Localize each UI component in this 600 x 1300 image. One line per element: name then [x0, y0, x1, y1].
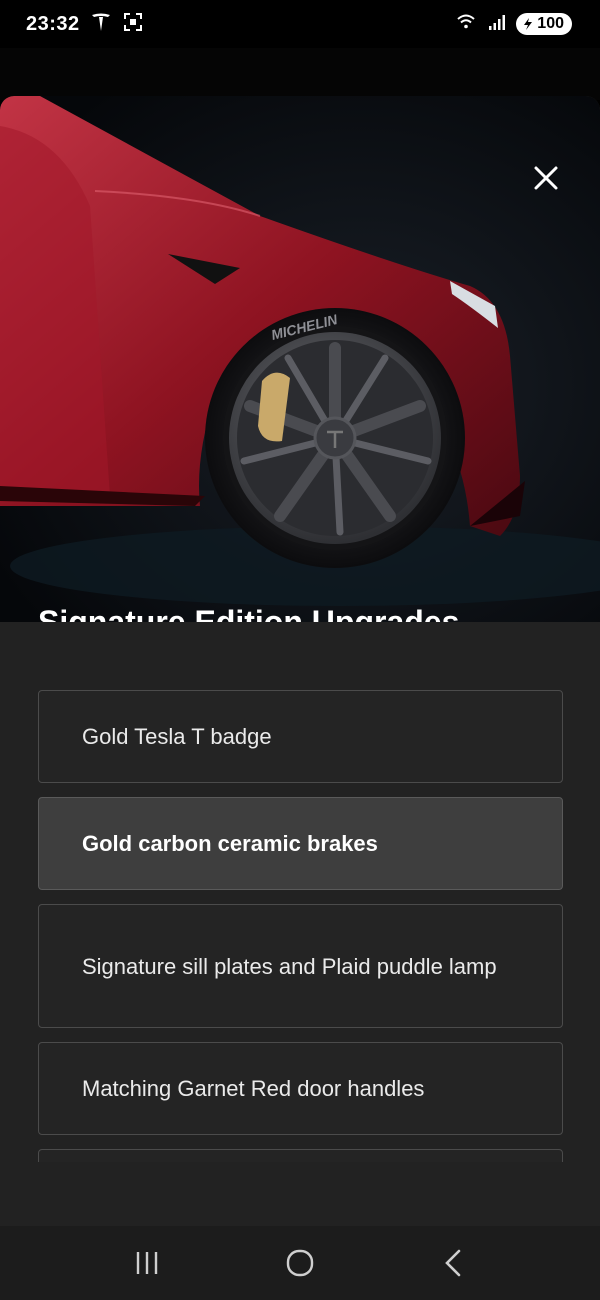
upgrades-sheet: MICHELIN Signature Edition Upgrades Gold…: [0, 96, 600, 1226]
status-time: 23:32: [26, 12, 80, 35]
close-icon: [534, 166, 558, 190]
home-button[interactable]: [270, 1233, 330, 1293]
tesla-logo-icon: [90, 11, 112, 38]
screenshot-icon: [122, 11, 144, 38]
option-partial[interactable]: [38, 1149, 563, 1162]
option-label: Gold Tesla T badge: [82, 724, 272, 749]
status-left: 23:32: [26, 11, 144, 38]
option-label: Matching Garnet Red door handles: [82, 1076, 425, 1101]
system-nav-bar: [0, 1226, 600, 1300]
battery-icon: 100: [516, 13, 572, 35]
home-icon: [286, 1249, 314, 1277]
option-door-handles[interactable]: Matching Garnet Red door handles: [38, 1042, 563, 1135]
back-icon: [445, 1249, 461, 1277]
option-label: Gold carbon ceramic brakes: [82, 831, 378, 856]
battery-level: 100: [537, 15, 564, 32]
upgrade-options-list: Gold Tesla T badge Gold carbon ceramic b…: [38, 690, 563, 1162]
status-right: 100: [456, 12, 572, 37]
option-gold-brakes[interactable]: Gold carbon ceramic brakes: [38, 797, 563, 890]
recent-apps-button[interactable]: [117, 1233, 177, 1293]
sheet-title: Signature Edition Upgrades: [38, 604, 460, 622]
title-strip: Signature Edition Upgrades: [0, 566, 600, 622]
wifi-icon: [456, 12, 480, 37]
status-bar: 23:32 100: [0, 0, 600, 48]
hero-image: MICHELIN: [0, 96, 600, 622]
modal-backdrop: [0, 48, 600, 100]
close-button[interactable]: [526, 158, 566, 198]
option-label: Signature sill plates and Plaid puddle l…: [82, 953, 497, 979]
back-button[interactable]: [423, 1233, 483, 1293]
option-sill-plates[interactable]: Signature sill plates and Plaid puddle l…: [38, 904, 563, 1028]
recent-apps-icon: [136, 1252, 157, 1274]
signal-icon: [488, 13, 508, 36]
option-gold-t-badge[interactable]: Gold Tesla T badge: [38, 690, 563, 783]
